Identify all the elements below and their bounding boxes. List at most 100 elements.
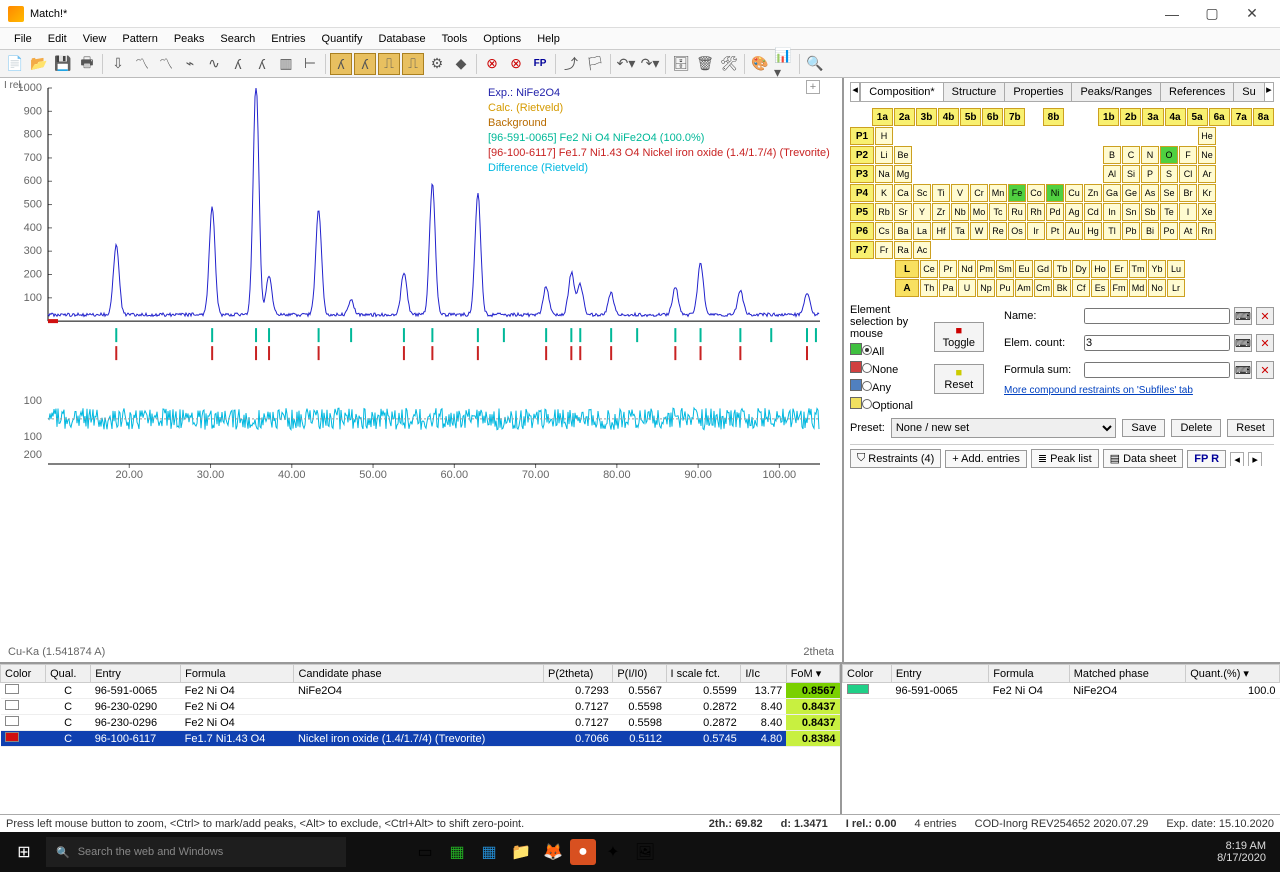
elem-Cm[interactable]: Cm [1034, 279, 1052, 297]
maximize-button[interactable]: ▢ [1192, 2, 1232, 26]
elem-Sb[interactable]: Sb [1141, 203, 1159, 221]
match-taskbar-icon[interactable]: ✦ [598, 837, 628, 867]
elem-Ta[interactable]: Ta [951, 222, 969, 240]
menu-entries[interactable]: Entries [263, 31, 313, 47]
taskbar-clock[interactable]: 8:19 AM8/17/2020 [1207, 840, 1276, 864]
scale-icon[interactable]: 📊▾ [773, 53, 795, 75]
elem-Re[interactable]: Re [989, 222, 1007, 240]
elem-H[interactable]: H [875, 127, 893, 145]
elem-Lu[interactable]: Lu [1167, 260, 1185, 278]
ph3-icon[interactable]: ⎍ [378, 53, 400, 75]
elem-Pu[interactable]: Pu [996, 279, 1014, 297]
cnt-clear-icon[interactable]: ✕ [1256, 334, 1274, 352]
menu-view[interactable]: View [75, 31, 115, 47]
elem-At[interactable]: At [1179, 222, 1197, 240]
tab-su[interactable]: Su [1233, 82, 1264, 101]
save-preset-button[interactable]: Save [1122, 419, 1165, 437]
elem-F[interactable]: F [1179, 146, 1197, 164]
elem-Er[interactable]: Er [1110, 260, 1128, 278]
cnt-kbd-icon[interactable]: ⌨ [1234, 334, 1252, 352]
elem-Sr[interactable]: Sr [894, 203, 912, 221]
add-entries-button[interactable]: + Add. entries [945, 450, 1027, 468]
peaklist-button[interactable]: ≣ Peak list [1031, 449, 1099, 468]
export-icon[interactable]: ⤴ [560, 53, 582, 75]
chart-icon[interactable]: ▥ [275, 53, 297, 75]
start-button[interactable]: ⊞ [4, 836, 44, 868]
elem-Fr[interactable]: Fr [875, 241, 893, 259]
preset-select[interactable]: None / new set [891, 418, 1117, 438]
tabs-right[interactable]: ▸ [1248, 452, 1262, 466]
tabs-left[interactable]: ◂ [850, 82, 860, 101]
elem-Be[interactable]: Be [894, 146, 912, 164]
elem-Ac[interactable]: Ac [913, 241, 931, 259]
elem-Tl[interactable]: Tl [1103, 222, 1121, 240]
zoom-icon[interactable]: 🔍 [804, 53, 826, 75]
elem-Dy[interactable]: Dy [1072, 260, 1090, 278]
ph2-icon[interactable]: ʎ [354, 53, 376, 75]
menu-quantify[interactable]: Quantify [314, 31, 371, 47]
elem-Rh[interactable]: Rh [1027, 203, 1045, 221]
elem-Zr[interactable]: Zr [932, 203, 950, 221]
accept-icon[interactable]: ◆ [450, 53, 472, 75]
elem-Pm[interactable]: Pm [977, 260, 995, 278]
elem-Ge[interactable]: Ge [1122, 184, 1140, 202]
tab-structure[interactable]: Structure [943, 82, 1006, 101]
elem-Tc[interactable]: Tc [989, 203, 1007, 221]
elem-Ga[interactable]: Ga [1103, 184, 1121, 202]
word-icon[interactable]: ▦ [474, 837, 504, 867]
new-icon[interactable]: 📄 [4, 53, 26, 75]
elem-Ca[interactable]: Ca [894, 184, 912, 202]
menu-pattern[interactable]: Pattern [114, 31, 165, 47]
elem-Bi[interactable]: Bi [1141, 222, 1159, 240]
elem-Cf[interactable]: Cf [1072, 279, 1090, 297]
more-restraints-link[interactable]: More compound restraints on 'Subfiles' t… [1004, 385, 1274, 396]
firefox-icon[interactable]: 🦊 [538, 837, 568, 867]
smooth-icon[interactable]: ∿ [203, 53, 225, 75]
elem-Bk[interactable]: Bk [1053, 279, 1071, 297]
profile1-icon[interactable]: 〽 [131, 53, 153, 75]
candidate-row[interactable]: C96-230-0290Fe2 Ni O40.71270.55980.28728… [1, 699, 840, 715]
elem-N[interactable]: N [1141, 146, 1159, 164]
elem-Br[interactable]: Br [1179, 184, 1197, 202]
reset-sel-button[interactable]: ■ Reset [934, 364, 984, 394]
db-icon[interactable]: 🗄 [670, 53, 692, 75]
elemcount-input[interactable] [1084, 335, 1230, 351]
elem-Es[interactable]: Es [1091, 279, 1109, 297]
elem-Am[interactable]: Am [1015, 279, 1033, 297]
elem-Al[interactable]: Al [1103, 165, 1121, 183]
elem-Gd[interactable]: Gd [1034, 260, 1052, 278]
elem-Sn[interactable]: Sn [1122, 203, 1140, 221]
toggle-button[interactable]: ■ Toggle [934, 322, 984, 352]
elem-Ru[interactable]: Ru [1008, 203, 1026, 221]
elem-Sm[interactable]: Sm [996, 260, 1014, 278]
elem-Po[interactable]: Po [1160, 222, 1178, 240]
elem-Se[interactable]: Se [1160, 184, 1178, 202]
elem-La[interactable]: La [913, 222, 931, 240]
elem-Cu[interactable]: Cu [1065, 184, 1083, 202]
restraints-button[interactable]: ⛉ Restraints (4) [850, 449, 941, 468]
elem-Kr[interactable]: Kr [1198, 184, 1216, 202]
trash-icon[interactable]: 🗑 [694, 53, 716, 75]
del1-icon[interactable]: ⊗ [481, 53, 503, 75]
elem-Si[interactable]: Si [1122, 165, 1140, 183]
elem-V[interactable]: V [951, 184, 969, 202]
elem-C[interactable]: C [1122, 146, 1140, 164]
open-icon[interactable]: 📂 [28, 53, 50, 75]
menu-options[interactable]: Options [475, 31, 529, 47]
ph1-icon[interactable]: ʎ [330, 53, 352, 75]
del2-icon[interactable]: ⊗ [505, 53, 527, 75]
ph4-icon[interactable]: ⎍ [402, 53, 424, 75]
elem-Rn[interactable]: Rn [1198, 222, 1216, 240]
elem-B[interactable]: B [1103, 146, 1121, 164]
print-icon[interactable]: 🖶 [76, 53, 98, 75]
elem-Nb[interactable]: Nb [951, 203, 969, 221]
delete-preset-button[interactable]: Delete [1171, 419, 1221, 437]
menu-file[interactable]: File [6, 31, 40, 47]
formula-input[interactable] [1084, 362, 1230, 378]
radio-any[interactable] [862, 381, 872, 391]
elem-Mg[interactable]: Mg [894, 165, 912, 183]
refine-icon[interactable]: ⚙ [426, 53, 448, 75]
elem-Zn[interactable]: Zn [1084, 184, 1102, 202]
close-button[interactable]: ✕ [1232, 2, 1272, 26]
peaks2-icon[interactable]: ʎ [251, 53, 273, 75]
